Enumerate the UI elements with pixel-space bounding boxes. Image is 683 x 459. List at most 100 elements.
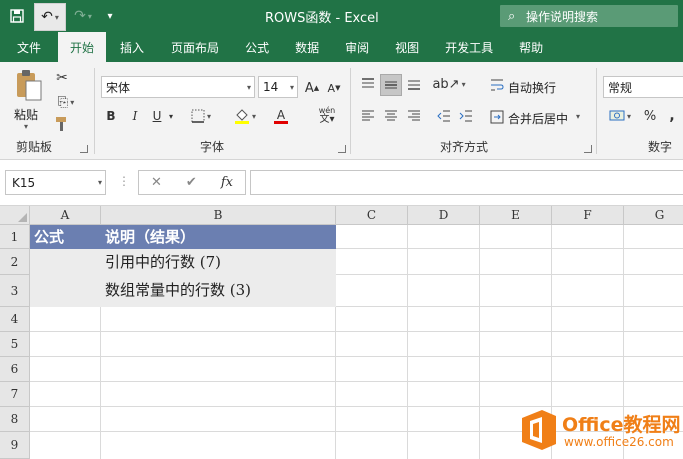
title-bar: ↶ ▾ ↷ ▾ ▾ ROWS函数 - Excel ⌕ 操作说明搜索 — [0, 0, 683, 32]
tab-page-layout[interactable]: 页面布局 — [158, 32, 232, 62]
row-header-2[interactable]: 2 — [0, 249, 30, 275]
alignment-launcher-icon[interactable] — [584, 145, 592, 153]
number-format-value: 常规 — [608, 80, 633, 95]
number-format-select[interactable]: 常规 — [603, 76, 683, 98]
cell-b1[interactable]: 说明（结果） — [101, 225, 336, 249]
select-all-button[interactable] — [0, 206, 30, 225]
merge-dropdown-icon[interactable]: ▾ — [576, 112, 580, 121]
chevron-down-icon: ▾ — [97, 178, 102, 187]
tab-data[interactable]: 数据 — [282, 32, 332, 62]
cell-a1[interactable]: 公式 — [30, 225, 101, 249]
tab-file[interactable]: 文件 — [0, 32, 58, 62]
bold-button[interactable]: B — [102, 106, 120, 126]
formula-controls: ✕ ✔ fx — [138, 170, 246, 195]
shrink-font-icon[interactable]: A ▼ — [324, 78, 344, 98]
decrease-indent-icon[interactable] — [434, 106, 454, 126]
cell-b3[interactable]: 数组常量中的行数 (3) — [101, 275, 336, 307]
align-bottom-icon[interactable] — [404, 74, 424, 94]
tell-me-search[interactable]: ⌕ 操作说明搜索 — [500, 5, 678, 27]
cancel-icon[interactable]: ✕ — [151, 175, 162, 190]
insert-function-icon[interactable]: fx — [221, 175, 233, 190]
cell-b2[interactable]: 引用中的行数 (7) — [101, 249, 336, 275]
row-header-3[interactable]: 3 — [0, 275, 30, 307]
phonetic-guide-icon[interactable]: wén 文▾ — [312, 106, 342, 126]
tab-view[interactable]: 视图 — [382, 32, 432, 62]
paste-icon[interactable] — [10, 68, 48, 104]
row-header-4[interactable]: 4 — [0, 307, 30, 332]
search-icon: ⌕ — [508, 8, 516, 24]
row-header-1[interactable]: 1 — [0, 225, 30, 249]
align-middle-icon[interactable] — [380, 74, 402, 96]
increase-indent-icon[interactable] — [456, 106, 476, 126]
align-center-icon[interactable] — [381, 106, 401, 126]
number-group-label: 数字 — [648, 140, 673, 154]
align-right-icon[interactable] — [404, 106, 424, 126]
name-box[interactable]: K15 ▾ — [5, 170, 106, 195]
column-header-b[interactable]: B — [101, 206, 336, 225]
tab-developer[interactable]: 开发工具 — [432, 32, 506, 62]
font-group-label: 字体 — [200, 140, 225, 154]
italic-button[interactable]: I — [126, 106, 144, 126]
grow-font-icon[interactable]: A ▲ — [302, 78, 322, 98]
fill-color-icon[interactable]: ▾ — [230, 106, 260, 126]
customize-qat-icon[interactable]: ▾ — [100, 0, 120, 32]
clipboard-launcher-icon[interactable] — [80, 145, 88, 153]
comma-style-button[interactable]: , — [664, 106, 680, 126]
cell-a2-a3[interactable] — [30, 249, 101, 307]
row-header-7[interactable]: 7 — [0, 382, 30, 407]
window-title: ROWS函数 - Excel — [265, 11, 379, 26]
column-header-f[interactable]: F — [552, 206, 624, 225]
borders-icon[interactable]: ▾ — [188, 106, 214, 126]
tab-review[interactable]: 审阅 — [332, 32, 382, 62]
orientation-icon[interactable]: ab↗ ▾ — [432, 74, 465, 94]
row-header-5[interactable]: 5 — [0, 332, 30, 357]
tab-help[interactable]: 帮助 — [506, 32, 556, 62]
underline-button[interactable]: U — [148, 106, 166, 126]
watermark-title: Office教程网 — [562, 414, 681, 436]
merge-center-label[interactable]: 合并后居中 — [508, 110, 568, 127]
tab-formulas[interactable]: 公式 — [232, 32, 282, 62]
copy-icon[interactable]: ⎘ ▾ — [52, 92, 80, 112]
accounting-format-icon[interactable]: ▾ — [604, 106, 636, 126]
column-header-e[interactable]: E — [480, 206, 552, 225]
column-header-c[interactable]: C — [336, 206, 408, 225]
underline-dropdown-icon[interactable]: ▾ — [166, 106, 176, 126]
align-top-icon[interactable] — [358, 74, 378, 94]
column-header-a[interactable]: A — [30, 206, 101, 225]
paste-label[interactable]: 粘贴 — [14, 106, 38, 123]
separator — [596, 68, 597, 154]
row-header-6[interactable]: 6 — [0, 357, 30, 382]
wrap-text-icon[interactable] — [488, 76, 506, 94]
column-header-g[interactable]: G — [624, 206, 683, 225]
font-size-select[interactable]: 14 ▾ — [258, 76, 298, 98]
redo-icon[interactable]: ↷ ▾ — [66, 0, 100, 32]
wrap-text-label[interactable]: 自动换行 — [508, 79, 556, 96]
column-header-d[interactable]: D — [408, 206, 480, 225]
save-icon[interactable] — [0, 0, 34, 32]
format-painter-icon[interactable] — [52, 114, 72, 134]
font-launcher-icon[interactable] — [338, 145, 346, 153]
font-name-value: 宋体 — [106, 80, 131, 95]
percent-style-button[interactable]: % — [640, 106, 660, 126]
merge-center-icon[interactable] — [488, 108, 506, 126]
tab-insert[interactable]: 插入 — [106, 32, 158, 62]
enter-icon[interactable]: ✔ — [186, 175, 197, 190]
grow-font-glyph: A — [304, 80, 314, 96]
formula-bar: K15 ▾ ⋮ ✕ ✔ fx — [0, 160, 683, 206]
tab-home[interactable]: 开始 — [58, 32, 107, 62]
font-color-icon[interactable]: A — [266, 106, 296, 126]
formula-input[interactable] — [250, 170, 683, 195]
cut-icon[interactable]: ✂ — [52, 68, 72, 88]
font-size-value: 14 — [263, 80, 279, 94]
formula-bar-grip-icon[interactable]: ⋮ — [118, 174, 130, 188]
quick-access-toolbar: ↶ ▾ ↷ ▾ ▾ — [0, 0, 120, 32]
align-left-icon[interactable] — [358, 106, 378, 126]
row-header-9[interactable]: 9 — [0, 432, 30, 459]
chevron-down-icon: ▾ — [289, 83, 294, 92]
paste-dropdown-icon[interactable]: ▾ — [24, 122, 28, 131]
ribbon-home: 粘贴 ▾ ✂ ⎘ ▾ 剪贴板 宋体 ▾ 14 ▾ A ▲ A ▼ B I U ▾ ▾ … — [0, 62, 683, 160]
row-header-8[interactable]: 8 — [0, 407, 30, 432]
font-color-glyph: A — [276, 107, 286, 122]
undo-icon[interactable]: ↶ ▾ — [34, 3, 66, 31]
font-name-select[interactable]: 宋体 ▾ — [101, 76, 255, 98]
